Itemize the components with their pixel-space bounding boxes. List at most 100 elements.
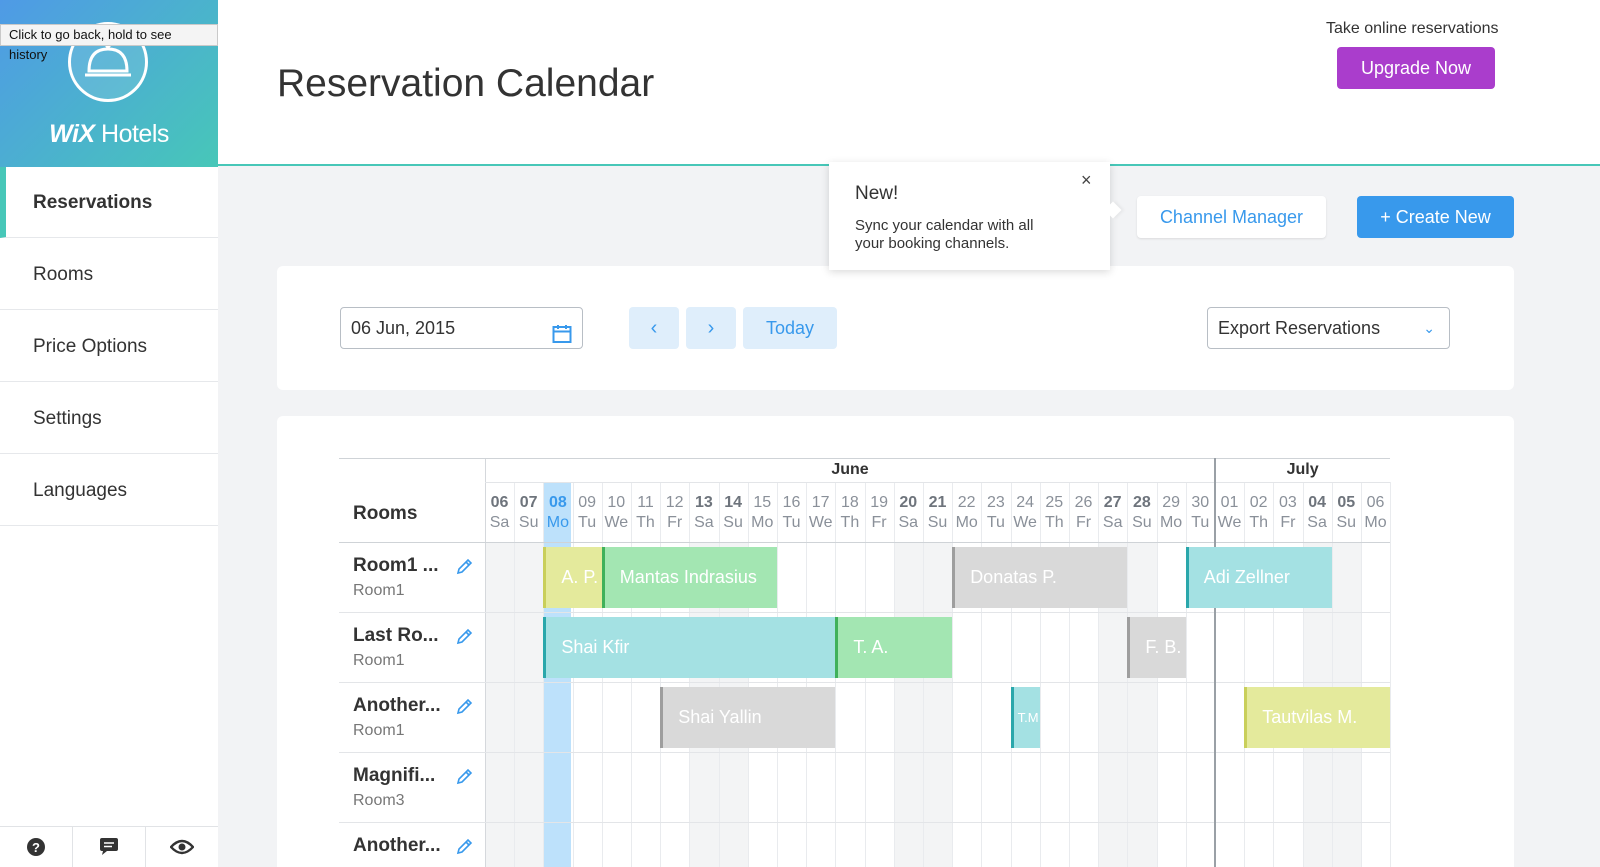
- day-number[interactable]: 12: [660, 494, 689, 512]
- upgrade-now-button[interactable]: Upgrade Now: [1337, 47, 1495, 89]
- day-number[interactable]: 15: [748, 494, 777, 512]
- day-number[interactable]: 16: [777, 494, 806, 512]
- day-number[interactable]: 08: [543, 494, 572, 512]
- day-number[interactable]: 25: [1040, 494, 1069, 512]
- sidebar-item-reservations[interactable]: Reservations: [0, 167, 218, 238]
- eye-icon[interactable]: [146, 827, 218, 867]
- pencil-icon[interactable]: [455, 768, 473, 791]
- reservation-bar[interactable]: T. A.: [835, 617, 953, 678]
- help-icon[interactable]: ?: [0, 827, 73, 867]
- day-number[interactable]: 13: [689, 494, 718, 512]
- sidebar-item-settings[interactable]: Settings: [0, 383, 218, 454]
- grid-column-line: [1331, 482, 1333, 867]
- rooms-header-top-line: [339, 458, 485, 459]
- day-number[interactable]: 20: [894, 494, 923, 512]
- day-number[interactable]: 04: [1303, 494, 1332, 512]
- day-number[interactable]: 07: [514, 494, 543, 512]
- previous-button[interactable]: ‹: [629, 307, 679, 349]
- reservation-bar[interactable]: F. B.: [1127, 617, 1186, 678]
- weekend-column: [923, 542, 953, 867]
- day-number[interactable]: 06: [1361, 494, 1390, 512]
- export-reservations-select[interactable]: Export Reservations ⌄: [1207, 307, 1450, 349]
- sidebar-item-rooms[interactable]: Rooms: [0, 239, 218, 310]
- day-number[interactable]: 28: [1127, 494, 1156, 512]
- day-name: Su: [1336, 514, 1357, 531]
- day-number[interactable]: 29: [1157, 494, 1186, 512]
- reservation-bar[interactable]: Shai Kfir: [543, 617, 836, 678]
- day-name: Sa: [1307, 514, 1327, 531]
- day-number[interactable]: 11: [631, 494, 660, 512]
- grid-column-line: [1069, 482, 1070, 867]
- page-header: Reservation Calendar Take online reserva…: [218, 0, 1600, 166]
- weekend-column: [1127, 542, 1157, 867]
- grid-column-line: [1039, 482, 1041, 867]
- date-picker-input[interactable]: 06 Jun, 2015: [340, 307, 583, 349]
- day-number[interactable]: 27: [1098, 494, 1127, 512]
- sidebar-footer: ?: [0, 826, 218, 867]
- reservation-bar[interactable]: Mantas Indrasius: [601, 547, 777, 608]
- day-number[interactable]: 06: [485, 494, 514, 512]
- reservation-grid: June July 06 Sa 07 Su 08 Mo 09 Tu 10 We 11 Th 12 Fr 13 Sa…: [339, 458, 1395, 867]
- pencil-icon[interactable]: [455, 838, 473, 861]
- new-feature-popover: New! Sync your calendar with all your bo…: [829, 162, 1122, 270]
- today-button[interactable]: Today: [743, 307, 837, 349]
- day-number[interactable]: 21: [923, 494, 952, 512]
- weekend-column: [514, 542, 544, 867]
- day-number[interactable]: 26: [1069, 494, 1098, 512]
- popover-title: New!: [855, 183, 899, 204]
- room-name[interactable]: Magnifi...: [353, 765, 435, 787]
- reservation-bar[interactable]: Adi Zellner: [1185, 547, 1332, 608]
- grid-column-line: [1010, 482, 1012, 867]
- export-label: Export Reservations: [1218, 318, 1381, 338]
- day-number[interactable]: 05: [1332, 494, 1361, 512]
- brand-logo: WiX Hotels: [49, 120, 169, 148]
- grid-column-line: [1273, 482, 1275, 867]
- day-number[interactable]: 03: [1273, 494, 1302, 512]
- day-number[interactable]: 24: [1011, 494, 1040, 512]
- room-name[interactable]: Another...: [353, 695, 441, 717]
- room-name[interactable]: Another...: [353, 835, 441, 857]
- room-type: Room1: [353, 582, 405, 599]
- next-button[interactable]: ›: [686, 307, 736, 349]
- reservation-bar[interactable]: Tautvilas M.: [1244, 687, 1391, 748]
- reservation-bar[interactable]: T.M: [1010, 687, 1040, 748]
- day-number[interactable]: 14: [719, 494, 748, 512]
- sidebar-item-price-options[interactable]: Price Options: [0, 311, 218, 382]
- svg-text:?: ?: [32, 840, 40, 855]
- pencil-icon[interactable]: [455, 558, 473, 581]
- calendar-toolbar: 06 Jun, 2015 ‹ › Today Export Reservatio…: [277, 266, 1514, 390]
- channel-manager-button[interactable]: Channel Manager: [1137, 196, 1326, 238]
- day-number[interactable]: 01: [1215, 494, 1244, 512]
- day-name: Mo: [1159, 514, 1183, 531]
- day-number[interactable]: 10: [602, 494, 631, 512]
- day-name: Sa: [489, 514, 510, 531]
- pencil-icon[interactable]: [455, 628, 473, 651]
- reservation-bar[interactable]: Shai Yallin: [660, 687, 836, 748]
- sidebar-item-languages[interactable]: Languages: [0, 455, 218, 526]
- day-number[interactable]: 02: [1244, 494, 1273, 512]
- row-divider: [339, 752, 1391, 753]
- reservation-bar[interactable]: Donatas P.: [952, 547, 1128, 608]
- chat-icon[interactable]: [73, 827, 146, 867]
- day-number[interactable]: 09: [573, 494, 602, 512]
- day-number[interactable]: 30: [1186, 494, 1215, 512]
- day-name: Th: [1249, 514, 1269, 531]
- room-name[interactable]: Room1 ...: [353, 555, 439, 577]
- day-name: Mo: [955, 514, 978, 531]
- day-number[interactable]: 17: [806, 494, 835, 512]
- reservation-bar[interactable]: A. P.: [543, 547, 602, 608]
- day-number[interactable]: 23: [981, 494, 1010, 512]
- grid-column-line: [1302, 482, 1304, 867]
- close-icon[interactable]: ×: [1081, 170, 1092, 191]
- day-number[interactable]: 22: [952, 494, 981, 512]
- room-name[interactable]: Last Ro...: [353, 625, 439, 647]
- day-number[interactable]: 18: [835, 494, 864, 512]
- calendar-icon[interactable]: [552, 318, 572, 358]
- grid-column-line: [981, 482, 983, 867]
- weekend-column: [485, 542, 515, 867]
- day-name: Sa: [694, 514, 714, 531]
- create-new-button[interactable]: + Create New: [1357, 196, 1514, 238]
- pencil-icon[interactable]: [455, 698, 473, 721]
- day-name: Mo: [1364, 514, 1387, 531]
- day-number[interactable]: 19: [865, 494, 894, 512]
